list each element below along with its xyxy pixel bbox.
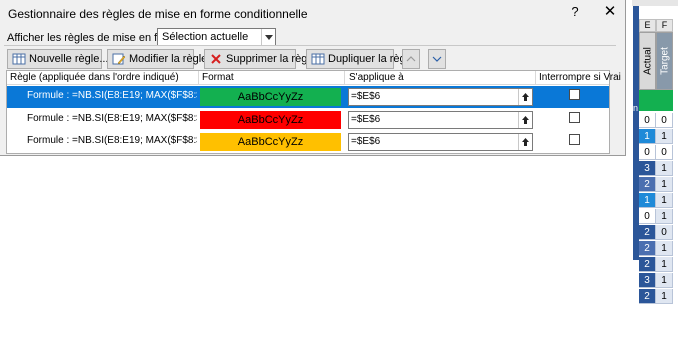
format-preview: AaBbCcYyZz	[200, 133, 341, 151]
actual-header-cell[interactable]: Actual	[639, 32, 656, 90]
rule-row[interactable]: Formule : =NB.SI(E8:E19; MAX($F$8:$F$19)…	[7, 131, 609, 153]
sheet-cell-e[interactable]: 0	[639, 113, 656, 128]
sheet-cell-e[interactable]: 0	[639, 145, 656, 160]
sheet-cell-e[interactable]: 1	[639, 193, 656, 208]
header-applies-to: S'applique à	[349, 72, 404, 83]
rule-row[interactable]: Formule : =NB.SI(E8:E19; MAX($F$8:$F$19)…	[7, 86, 609, 108]
sheet-cell-f[interactable]: 1	[656, 209, 673, 224]
conditional-formatting-dialog: Gestionnaire des règles de mise en forme…	[0, 0, 626, 156]
move-down-button[interactable]	[428, 49, 446, 69]
target-header-cell[interactable]: Target	[656, 32, 673, 90]
format-preview: AaBbCcYyZz	[200, 88, 341, 106]
applies-to-input[interactable]: =$E$6	[348, 111, 533, 129]
sheet-cell-f[interactable]: 1	[656, 257, 673, 272]
applies-to-value: =$E$6	[351, 114, 381, 125]
edit-rule-button[interactable]: Modifier la règle...	[107, 49, 216, 69]
column-header-e[interactable]: E	[639, 19, 656, 32]
header-divider	[198, 71, 199, 85]
applies-to-input[interactable]: =$E$6	[348, 88, 533, 106]
sheet-cell-f[interactable]: 1	[656, 177, 673, 192]
delete-rule-label: Supprimer la règle	[226, 53, 316, 65]
chevron-up-icon	[406, 56, 416, 62]
show-rules-value: Sélection actuelle	[162, 31, 249, 43]
format-preview: AaBbCcYyZz	[200, 111, 341, 129]
delete-icon	[209, 52, 223, 66]
duplicate-rule-icon	[311, 52, 325, 66]
sheet-cell-e[interactable]: 1	[639, 129, 656, 144]
sheet-cell-f[interactable]: 1	[656, 273, 673, 288]
new-rule-icon	[12, 52, 26, 66]
help-button[interactable]: ?	[568, 4, 582, 20]
stop-if-true-checkbox[interactable]	[569, 89, 580, 100]
sheet-cell-f[interactable]: 1	[656, 193, 673, 208]
header-rule: Règle (appliquée dans l'ordre indiqué)	[10, 72, 179, 83]
rule-row[interactable]: Formule : =NB.SI(E8:E19; MAX($F$8:$F$19)…	[7, 109, 609, 131]
sheet-cell-f[interactable]: 1	[656, 129, 673, 144]
sheet-cell-e[interactable]: 2	[639, 177, 656, 192]
header-divider	[535, 71, 536, 85]
duplicate-rule-button[interactable]: Dupliquer la règle	[306, 49, 414, 69]
rule-formula: Formule : =NB.SI(E8:E19; MAX($F$8:$F$19)…	[27, 135, 197, 146]
sheet-cell-e[interactable]: 2	[639, 289, 656, 304]
header-divider	[344, 71, 345, 85]
sheet-cell-f[interactable]: 1	[656, 241, 673, 256]
rule-formula: Formule : =NB.SI(E8:E19; MAX($F$8:$F$19)…	[27, 90, 197, 101]
stop-if-true-checkbox[interactable]	[569, 112, 580, 123]
range-picker-icon[interactable]	[518, 89, 532, 105]
dialog-title: Gestionnaire des règles de mise en forme…	[8, 7, 308, 21]
sheet-cell-e[interactable]: 3	[639, 273, 656, 288]
range-picker-icon[interactable]	[518, 112, 532, 128]
target-header-text: Target	[659, 47, 670, 75]
chevron-down-icon	[432, 56, 442, 62]
chevron-down-icon[interactable]	[261, 29, 275, 45]
sheet-cell-e[interactable]: 0	[639, 209, 656, 224]
sheet-cell-f[interactable]: 0	[656, 225, 673, 240]
actual-header-text: Actual	[642, 47, 653, 75]
show-rules-dropdown[interactable]: Sélection actuelle	[157, 28, 276, 46]
sheet-cell-e[interactable]: 2	[639, 241, 656, 256]
edit-rule-icon	[112, 52, 126, 66]
header-stop-if-true: Interrompre si Vrai	[539, 72, 621, 83]
move-up-button[interactable]	[402, 49, 420, 69]
rules-list: Règle (appliquée dans l'ordre indiqué) F…	[6, 70, 621, 154]
close-icon[interactable]: ✕	[602, 4, 618, 20]
sheet-cell-f[interactable]: 0	[656, 145, 673, 160]
rules-list-header: Règle (appliquée dans l'ordre indiqué) F…	[7, 71, 621, 85]
sheet-cell-f[interactable]: 0	[656, 113, 673, 128]
column-header-f[interactable]: F	[656, 19, 673, 32]
rule-formula: Formule : =NB.SI(E8:E19; MAX($F$8:$F$19)…	[27, 113, 197, 124]
sheet-cell-e[interactable]: 3	[639, 161, 656, 176]
delete-rule-button[interactable]: Supprimer la règle	[204, 49, 316, 69]
applies-to-value: =$E$6	[351, 136, 381, 147]
range-picker-icon[interactable]	[518, 134, 532, 150]
formatted-cell-e6[interactable]	[639, 90, 673, 111]
new-rule-label: Nouvelle règle...	[29, 53, 109, 65]
stop-if-true-checkbox[interactable]	[569, 134, 580, 145]
header-format: Format	[202, 72, 234, 83]
sheet-cell-e[interactable]: 2	[639, 225, 656, 240]
new-rule-button[interactable]: Nouvelle règle...	[7, 49, 109, 69]
toolbar-divider	[4, 45, 616, 46]
applies-to-value: =$E$6	[351, 91, 381, 102]
sheet-cell-e[interactable]: 2	[639, 257, 656, 272]
sheet-cell-f[interactable]: 1	[656, 289, 673, 304]
sheet-cell-f[interactable]: 1	[656, 161, 673, 176]
applies-to-input[interactable]: =$E$6	[348, 133, 533, 151]
